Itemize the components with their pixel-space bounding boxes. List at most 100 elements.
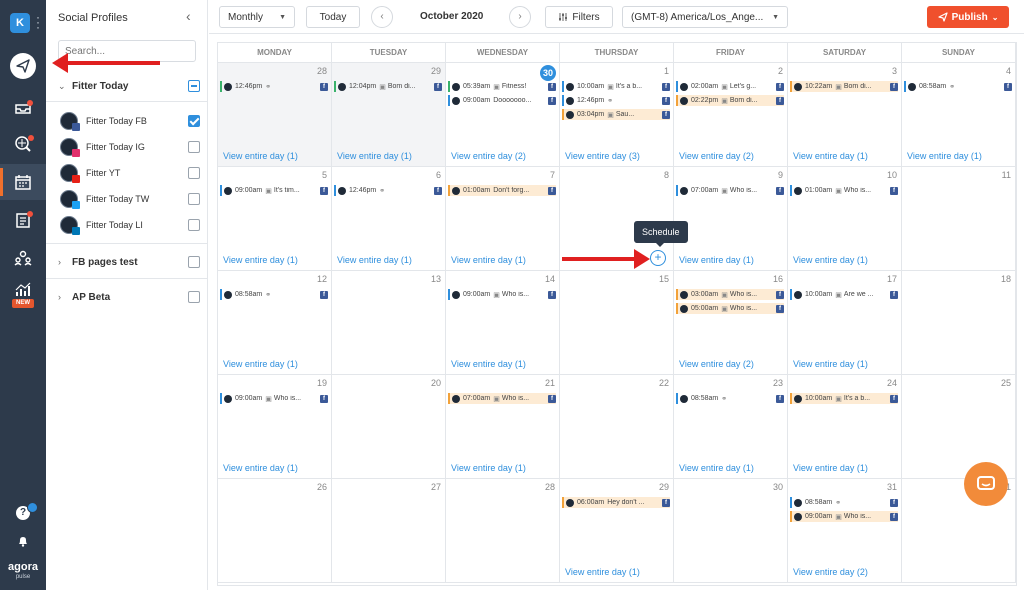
scheduled-post[interactable]: 06:00am Hey don't ... f xyxy=(562,497,670,508)
view-entire-day-link[interactable]: View entire day (3) xyxy=(565,151,640,161)
calendar-day-cell[interactable]: 28 12:46pm ⚭ f View entire day (1) xyxy=(218,63,332,167)
view-entire-day-link[interactable]: View entire day (1) xyxy=(337,255,412,265)
calendar-day-cell[interactable]: 10 01:00am ▣ Who is... f View entire day (1) xyxy=(788,167,902,271)
scheduled-post[interactable]: 03:04pm ▣ Sau... f xyxy=(562,109,670,120)
filters-button[interactable]: Filters xyxy=(545,6,613,28)
scheduled-post[interactable]: 09:00am ▣ Who is... f xyxy=(448,289,556,300)
chevron-left-icon[interactable]: ‹ xyxy=(186,8,191,24)
scheduled-post[interactable]: 05:39am ▣ Fitness! f xyxy=(448,81,556,92)
view-entire-day-link[interactable]: View entire day (1) xyxy=(679,255,754,265)
more-menu-icon[interactable]: · · · xyxy=(36,11,40,33)
profile-group-fitter-today[interactable]: ⌄ Fitter Today xyxy=(46,73,207,99)
group-checkbox[interactable] xyxy=(188,80,200,92)
calendar-day-cell[interactable]: 13 xyxy=(332,271,446,375)
profile-checkbox[interactable] xyxy=(188,141,200,153)
calendar-day-cell[interactable]: 26 xyxy=(218,479,332,583)
nav-calendar[interactable] xyxy=(0,164,46,200)
calendar-day-cell[interactable]: 24 10:00am ▣ It's a b... f View entire day (1… xyxy=(788,375,902,479)
calendar-day-cell[interactable]: 17 10:00am ▣ Are we ... f View entire day (1) xyxy=(788,271,902,375)
scheduled-post[interactable]: 02:22pm ▣ Bom di... f xyxy=(676,95,784,106)
profile-item[interactable]: Fitter Today FB xyxy=(46,108,207,134)
view-entire-day-link[interactable]: View entire day (1) xyxy=(793,151,868,161)
scheduled-post[interactable]: 10:22am ▣ Bom di... f xyxy=(790,81,898,92)
scheduled-post[interactable]: 10:00am ▣ It's a b... f xyxy=(790,393,898,404)
timezone-select[interactable]: (GMT-8) America/Los_Ange... ▼ xyxy=(622,6,788,28)
profile-checkbox[interactable] xyxy=(188,115,200,127)
view-entire-day-link[interactable]: View entire day (1) xyxy=(679,463,754,473)
scheduled-post[interactable]: 10:00am ▣ It's a b... f xyxy=(562,81,670,92)
scheduled-post[interactable]: 08:58am ⚭ f xyxy=(904,81,1012,92)
view-entire-day-link[interactable]: View entire day (1) xyxy=(793,359,868,369)
scheduled-post[interactable]: 09:00am ▣ Who is... f xyxy=(790,511,898,522)
view-entire-day-link[interactable]: View entire day (1) xyxy=(223,255,298,265)
nav-inbox[interactable] xyxy=(0,90,46,126)
scheduled-post[interactable]: 09:00am ▣ It's tim... f xyxy=(220,185,328,196)
nav-notifications[interactable] xyxy=(0,526,46,556)
chevron-left-icon[interactable]: ‹ xyxy=(371,6,393,28)
profile-item[interactable]: Fitter Today LI xyxy=(46,212,207,238)
view-entire-day-link[interactable]: View entire day (1) xyxy=(451,359,526,369)
view-entire-day-link[interactable]: View entire day (1) xyxy=(793,463,868,473)
group-checkbox[interactable] xyxy=(188,291,200,303)
scheduled-post[interactable]: 02:00am ▣ Let's g... f xyxy=(676,81,784,92)
calendar-day-cell[interactable]: 4 08:58am ⚭ f View entire day (1) xyxy=(902,63,1016,167)
view-entire-day-link[interactable]: View entire day (1) xyxy=(223,151,298,161)
calendar-day-cell[interactable]: 12 08:58am ⚭ f View entire day (1) xyxy=(218,271,332,375)
calendar-day-cell[interactable]: 9 07:00am ▣ Who is... f View entire day (1) xyxy=(674,167,788,271)
profile-group-ap-beta[interactable]: › AP Beta xyxy=(46,284,207,310)
scheduled-post[interactable]: 09:00am Dooooooo... f xyxy=(448,95,556,106)
view-entire-day-link[interactable]: View entire day (2) xyxy=(793,567,868,577)
scheduled-post[interactable]: 12:46pm ⚭ f xyxy=(562,95,670,106)
calendar-day-cell[interactable]: 20 xyxy=(332,375,446,479)
profile-item[interactable]: Fitter Today IG xyxy=(46,134,207,160)
profile-item[interactable]: Fitter YT xyxy=(46,160,207,186)
view-entire-day-link[interactable]: View entire day (2) xyxy=(679,359,754,369)
calendar-day-cell[interactable]: 1 10:00am ▣ It's a b... f 12:46pm ⚭ f 03:04pm ▣ Sa… xyxy=(560,63,674,167)
scheduled-post[interactable]: 08:58am ⚭ f xyxy=(220,289,328,300)
calendar-day-cell[interactable]: 30 xyxy=(674,479,788,583)
calendar-day-cell[interactable]: 11 xyxy=(902,167,1016,271)
profile-group-fb-pages-test[interactable]: › FB pages test xyxy=(46,249,207,275)
view-entire-day-link[interactable]: View entire day (1) xyxy=(223,463,298,473)
calendar-day-cell[interactable]: 30 05:39am ▣ Fitness! f 09:00am Dooooooo... f Vi… xyxy=(446,63,560,167)
profile-checkbox[interactable] xyxy=(188,193,200,205)
publish-button[interactable]: Publish ⌄ xyxy=(927,6,1009,28)
add-post-button[interactable]: + xyxy=(650,250,666,266)
scheduled-post[interactable]: 01:00am Don't forg... f xyxy=(448,185,556,196)
chevron-down-icon[interactable]: ⌄ xyxy=(58,81,66,92)
agorapulse-logo[interactable]: agora pulse xyxy=(6,562,40,582)
calendar-day-cell[interactable]: 23 08:58am ⚭ f View entire day (1) xyxy=(674,375,788,479)
view-entire-day-link[interactable]: View entire day (2) xyxy=(679,151,754,161)
search-input[interactable] xyxy=(58,40,196,62)
scheduled-post[interactable]: 05:00am ▣ Who is... f xyxy=(676,303,784,314)
scheduled-post[interactable]: 07:00am ▣ Who is... f xyxy=(676,185,784,196)
calendar-day-cell[interactable]: 22 xyxy=(560,375,674,479)
calendar-day-cell[interactable]: 29 12:04pm ▣ Bom di... f View entire day (1) xyxy=(332,63,446,167)
calendar-day-cell[interactable]: 6 12:46pm ⚭ f View entire day (1) xyxy=(332,167,446,271)
chevron-right-icon[interactable]: › xyxy=(58,257,61,267)
nav-queue[interactable] xyxy=(0,202,46,238)
calendar-day-cell[interactable]: 14 09:00am ▣ Who is... f View entire day (1) xyxy=(446,271,560,375)
calendar-day-cell[interactable]: 7 01:00am Don't forg... f View entire day (1… xyxy=(446,167,560,271)
view-entire-day-link[interactable]: View entire day (1) xyxy=(337,151,412,161)
profile-checkbox[interactable] xyxy=(188,219,200,231)
calendar-day-cell[interactable]: 2 02:00am ▣ Let's g... f 02:22pm ▣ Bom di... f Vi… xyxy=(674,63,788,167)
chevron-right-icon[interactable]: › xyxy=(509,6,531,28)
calendar-day-cell[interactable]: 31 08:58am ⚭ f 09:00am ▣ Who is... f View entire… xyxy=(788,479,902,583)
scheduled-post[interactable]: 12:46pm ⚭ f xyxy=(334,185,442,196)
view-entire-day-link[interactable]: View entire day (1) xyxy=(565,567,640,577)
calendar-day-cell[interactable]: 16 03:00am ▣ Who is... f 05:00am ▣ Who is... f Vi… xyxy=(674,271,788,375)
calendar-day-cell[interactable]: 25 xyxy=(902,375,1016,479)
scheduled-post[interactable]: 08:58am ⚭ f xyxy=(676,393,784,404)
calendar-day-cell[interactable]: 29 06:00am Hey don't ... f View entire day (… xyxy=(560,479,674,583)
chat-widget-button[interactable] xyxy=(964,462,1008,506)
scheduled-post[interactable]: 12:04pm ▣ Bom di... f xyxy=(334,81,442,92)
scheduled-post[interactable]: 09:00am ▣ Who is... f xyxy=(220,393,328,404)
calendar-day-cell[interactable]: 28 xyxy=(446,479,560,583)
scheduled-post[interactable]: 07:00am ▣ Who is... f xyxy=(448,393,556,404)
nav-listening[interactable] xyxy=(0,126,46,162)
scheduled-post[interactable]: 01:00am ▣ Who is... f xyxy=(790,185,898,196)
group-checkbox[interactable] xyxy=(188,256,200,268)
scheduled-post[interactable]: 10:00am ▣ Are we ... f xyxy=(790,289,898,300)
view-entire-day-link[interactable]: View entire day (2) xyxy=(451,151,526,161)
